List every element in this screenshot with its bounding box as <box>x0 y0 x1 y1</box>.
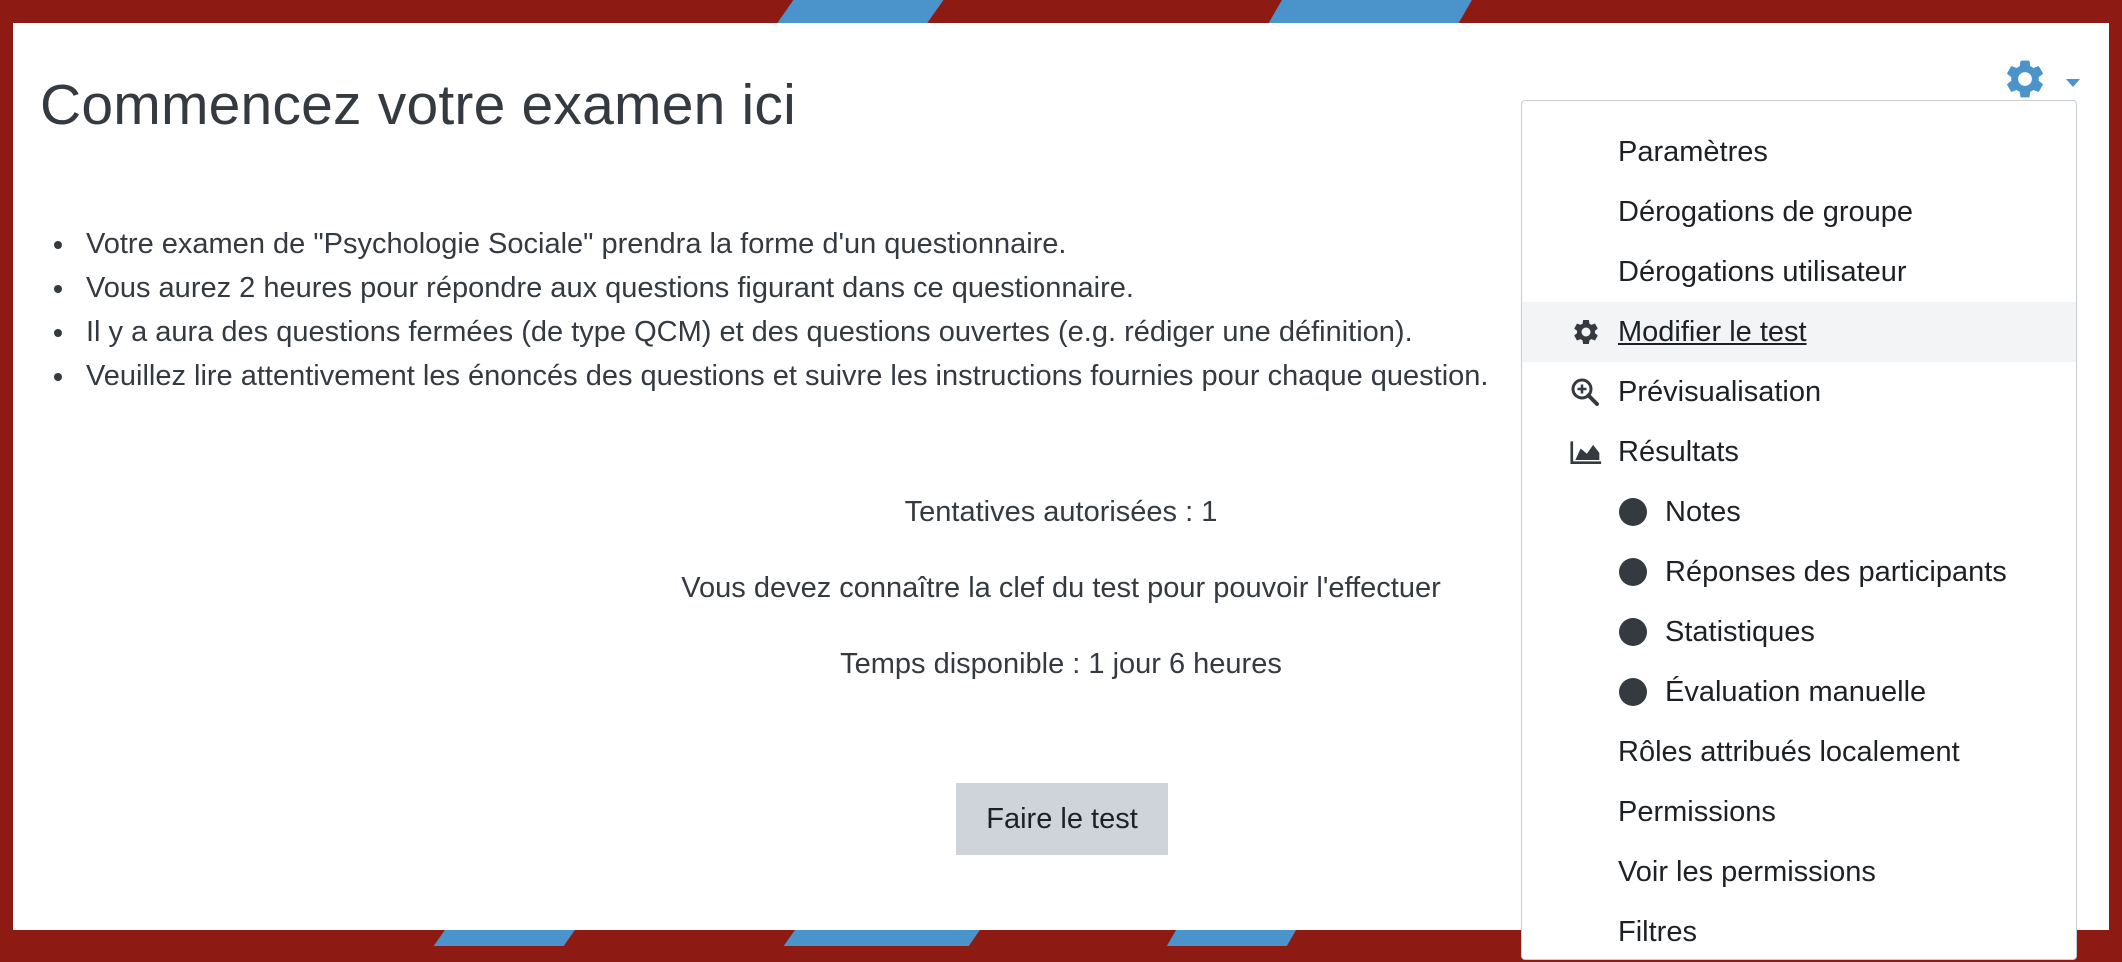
bullet-dot-icon <box>1619 678 1647 706</box>
menu-item-label: Résultats <box>1618 436 1739 468</box>
intro-list-item: Vous aurez 2 heures pour répondre aux qu… <box>40 266 1488 310</box>
bullet-dot-icon <box>1619 498 1647 526</box>
menu-item-reponses[interactable]: Réponses des participants <box>1522 542 2076 602</box>
menu-item-label: Évaluation manuelle <box>1665 676 1927 708</box>
menu-item-label: Dérogations utilisateur <box>1618 256 1907 288</box>
menu-item-filtres[interactable]: Filtres <box>1522 902 2076 962</box>
menu-item-label: Statistiques <box>1665 616 1815 648</box>
menu-item-label: Dérogations de groupe <box>1618 196 1914 228</box>
bullet-dot-icon <box>1619 558 1647 586</box>
menu-item-label: Filtres <box>1618 916 1697 948</box>
bullet-dot-icon <box>1619 618 1647 646</box>
intro-list-item: Votre examen de "Psychologie Sociale" pr… <box>40 222 1488 266</box>
menu-item-label: Voir les permissions <box>1618 856 1876 888</box>
menu-item-label: Permissions <box>1618 796 1776 828</box>
chevron-down-icon <box>2066 79 2080 87</box>
menu-item-roles-attribues[interactable]: Rôles attribués localement <box>1522 722 2076 782</box>
bg-stripe <box>1268 0 1472 24</box>
gear-icon <box>2007 60 2043 98</box>
bg-stripe <box>776 0 944 24</box>
menu-item-label: Prévisualisation <box>1618 376 1822 408</box>
menu-item-resultats[interactable]: Résultats <box>1522 422 2076 482</box>
menu-item-label: Rôles attribués localement <box>1618 736 1960 768</box>
intro-list: Votre examen de "Psychologie Sociale" pr… <box>40 222 1488 398</box>
menu-item-derogations-utilisateur[interactable]: Dérogations utilisateur <box>1522 242 2076 302</box>
menu-item-voir-permissions[interactable]: Voir les permissions <box>1522 842 2076 902</box>
settings-dropdown-menu: Paramètres Dérogations de groupe Dérogat… <box>1521 100 2077 960</box>
menu-item-previsualisation[interactable]: Prévisualisation <box>1522 362 2076 422</box>
bg-stripe <box>433 928 577 946</box>
settings-menu-toggle[interactable] <box>2002 56 2082 106</box>
area-chart-icon <box>1570 441 1602 464</box>
bg-stripe <box>1166 928 1298 946</box>
bg-stripe <box>783 928 982 946</box>
menu-item-evaluation-manuelle[interactable]: Évaluation manuelle <box>1522 662 2076 722</box>
intro-list-item: Veuillez lire attentivement les énoncés … <box>40 354 1488 398</box>
page-title: Commencez votre examen ici <box>40 73 796 137</box>
attempt-quiz-button[interactable]: Faire le test <box>956 783 1168 855</box>
menu-item-derogations-groupe[interactable]: Dérogations de groupe <box>1522 182 2076 242</box>
menu-item-label: Réponses des participants <box>1665 556 2007 588</box>
menu-item-modifier-le-test[interactable]: Modifier le test <box>1522 302 2076 362</box>
menu-item-parametres[interactable]: Paramètres <box>1522 122 2076 182</box>
intro-list-item: Il y a aura des questions fermées (de ty… <box>40 310 1488 354</box>
menu-item-notes[interactable]: Notes <box>1522 482 2076 542</box>
magnifier-plus-icon <box>1571 378 1599 406</box>
menu-item-label: Notes <box>1665 496 1741 528</box>
menu-item-label: Modifier le test <box>1618 316 1807 348</box>
menu-item-label: Paramètres <box>1618 136 1768 168</box>
gear-icon <box>1574 319 1598 344</box>
menu-item-statistiques[interactable]: Statistiques <box>1522 602 2076 662</box>
menu-item-permissions[interactable]: Permissions <box>1522 782 2076 842</box>
